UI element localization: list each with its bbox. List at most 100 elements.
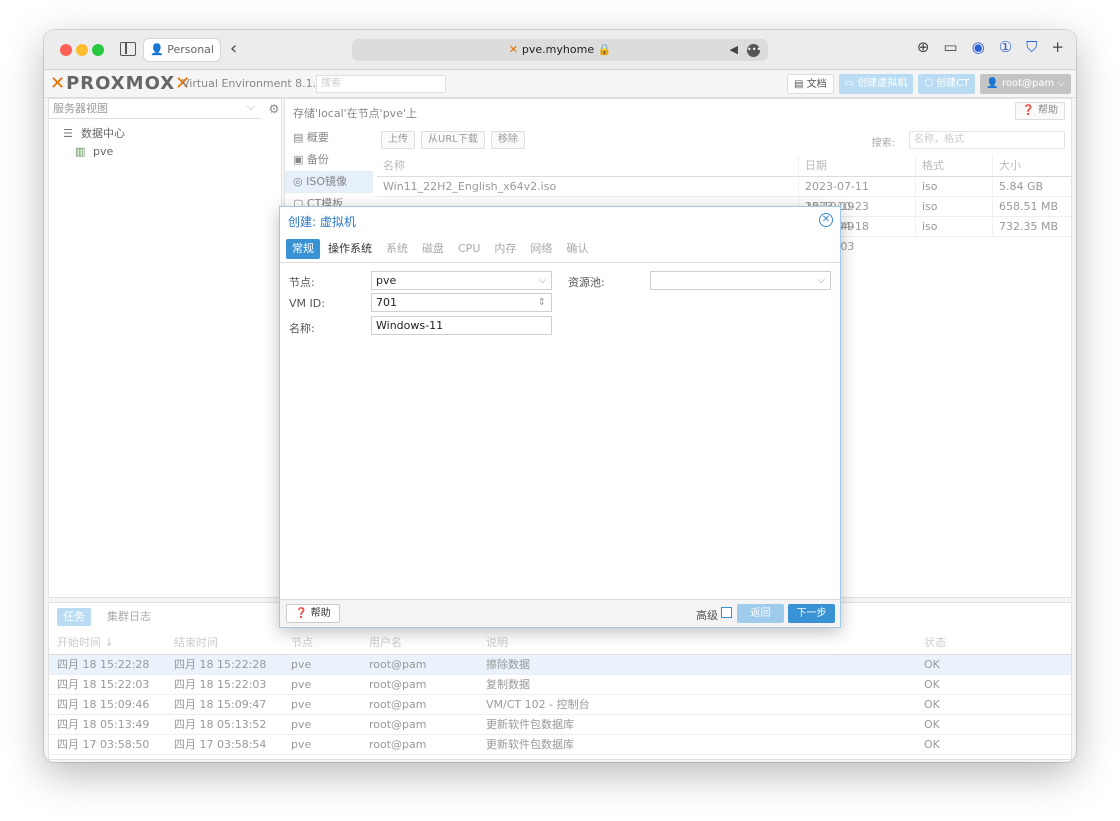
back-button[interactable]: ‹: [230, 38, 237, 59]
account-icon[interactable]: ◉: [972, 38, 985, 56]
cell-format: iso: [916, 217, 993, 236]
cell-status: OK: [924, 738, 940, 751]
tab-confirm[interactable]: 确认: [560, 239, 594, 259]
cell-date: 2023-07-11 15:19:19: [799, 177, 916, 213]
close-icon[interactable]: ✕: [819, 213, 833, 227]
storage-search-input[interactable]: 名称，格式: [909, 131, 1065, 149]
pool-select[interactable]: ⌵: [650, 271, 831, 290]
cell-status: OK: [924, 658, 940, 671]
dialog-title: 创建: 虚拟机: [288, 215, 356, 229]
docs-button[interactable]: ▤ 文档: [787, 74, 834, 94]
cell-start: 四月 18 05:13:49: [57, 718, 150, 731]
remove-button[interactable]: 移除: [490, 131, 525, 149]
user-menu-button[interactable]: 👤 root@pam ⌵: [980, 74, 1071, 94]
nav-label: 备份: [306, 153, 329, 166]
minimize-window-button[interactable]: [76, 44, 88, 56]
node-value: pve: [376, 274, 397, 287]
col-status[interactable]: 状态: [916, 631, 1071, 654]
address-bar[interactable]: ✕ pve.myhome 🔒 ◀ •••: [352, 39, 768, 61]
col-start-time[interactable]: 开始时间 ↓: [49, 631, 166, 654]
nav-item-iso[interactable]: ◎ ISO镜像: [285, 171, 373, 193]
nav-item-summary[interactable]: ▤ 概要: [285, 127, 373, 149]
header-search-input[interactable]: 搜索: [316, 75, 446, 93]
col-name[interactable]: 名称: [377, 155, 799, 176]
tab-system[interactable]: 系统: [380, 239, 414, 259]
cell-status: OK: [924, 678, 940, 691]
tab-cpu[interactable]: CPU: [452, 239, 486, 259]
tab-disks[interactable]: 磁盘: [416, 239, 450, 259]
cell-size: 658.51 MB: [999, 200, 1059, 213]
book-icon: ▤: [293, 131, 304, 144]
back-button[interactable]: 返回: [737, 604, 784, 623]
profile-button[interactable]: 👤 Personal ⌵: [144, 39, 220, 78]
speaker-icon[interactable]: ◀: [730, 39, 738, 61]
col-format[interactable]: 格式: [916, 155, 993, 176]
table-row[interactable]: 四月 17 03:58:50 四月 17 03:58:54 pve root@p…: [49, 735, 1071, 755]
question-icon: ❓: [295, 608, 308, 619]
next-button[interactable]: 下一步: [788, 604, 835, 623]
col-date[interactable]: 日期: [799, 155, 916, 176]
col-end-time[interactable]: 结束时间: [166, 631, 283, 654]
extension-icon[interactable]: ▭: [943, 38, 957, 56]
tree-label: 数据中心: [81, 127, 125, 140]
table-row[interactable]: 四月 18 15:09:46 四月 18 15:09:47 pve root@p…: [49, 695, 1071, 715]
cell-format: iso: [916, 177, 993, 196]
tree-label: pve: [93, 145, 114, 158]
cell-start: 四月 18 15:22:28: [57, 658, 150, 671]
nav-item-backup[interactable]: ▣ 备份: [285, 149, 373, 171]
download-url-button[interactable]: 从URL下载: [421, 131, 485, 149]
cell-user: root@pam: [369, 738, 427, 751]
node-select[interactable]: pve ⌵: [371, 271, 552, 290]
browser-toolbar: 👤 Personal ⌵ ‹ ✕pve.myhome 🔒 ◀ ••• ⊕ ▭ ◉…: [44, 30, 1076, 78]
brand-text: PROXMOX: [66, 73, 176, 94]
tab-memory[interactable]: 内存: [488, 239, 522, 259]
cell-user: root@pam: [369, 698, 427, 711]
floppy-icon: ▣: [293, 153, 304, 166]
col-user[interactable]: 用户名: [361, 631, 478, 654]
tab-cluster-log[interactable]: 集群日志: [101, 608, 157, 626]
vm-name-input[interactable]: Windows-11: [371, 316, 552, 335]
create-vm-dialog: 创建: 虚拟机 ✕ 常规 操作系统 系统 磁盘 CPU 内存 网络 确认 节点:…: [279, 206, 841, 628]
tab-tasks[interactable]: 任务: [57, 608, 91, 626]
col-description[interactable]: 说明: [478, 631, 916, 654]
cell-start: 四月 17 03:58:50: [57, 738, 150, 751]
password-icon[interactable]: ①: [999, 38, 1012, 56]
tab-os[interactable]: 操作系统: [322, 239, 378, 259]
create-ct-button[interactable]: ⬡ 创建CT: [918, 74, 976, 94]
new-tab-icon[interactable]: +: [1051, 38, 1064, 56]
cell-name: Win11_22H2_English_x64v2.iso: [377, 177, 799, 196]
tab-network[interactable]: 网络: [524, 239, 558, 259]
sidebar-toggle-icon[interactable]: [120, 42, 136, 56]
download-icon[interactable]: ⊕: [917, 38, 930, 56]
create-vm-label: 创建虚拟机: [857, 78, 908, 89]
tree-item-pve[interactable]: ▥ pve: [63, 143, 125, 161]
node-icon: ▥: [75, 145, 86, 158]
dialog-help-button[interactable]: ❓ 帮助: [286, 604, 340, 623]
gear-icon[interactable]: ⚙: [265, 99, 283, 119]
close-window-button[interactable]: [60, 44, 72, 56]
upload-button[interactable]: 上传: [381, 131, 415, 149]
shield-icon[interactable]: ⛉: [1026, 38, 1037, 56]
more-icon[interactable]: •••: [747, 44, 761, 57]
advanced-label: 高级: [696, 609, 718, 622]
view-selector[interactable]: 服务器视图: [49, 97, 261, 119]
table-row[interactable]: 四月 18 15:22:03 四月 18 15:22:03 pve root@p…: [49, 675, 1071, 695]
cube-icon: ⬡: [924, 78, 934, 89]
cell-node: pve: [291, 698, 312, 711]
advanced-checkbox[interactable]: [721, 607, 732, 618]
col-node[interactable]: 节点: [283, 631, 361, 654]
create-vm-button[interactable]: ▭ 创建虚拟机: [838, 74, 914, 94]
table-row[interactable]: Win11_22H2_English_x64v2.iso 2023-07-11 …: [377, 177, 1071, 213]
zoom-window-button[interactable]: [92, 44, 104, 56]
table-row[interactable]: 四月 18 05:13:49 四月 18 05:13:52 pve root@p…: [49, 715, 1071, 735]
vmid-label: VM ID:: [289, 297, 325, 310]
col-size[interactable]: 大小: [993, 155, 1071, 176]
tab-general[interactable]: 常规: [286, 239, 320, 259]
help-button[interactable]: ❓ 帮助: [1015, 102, 1065, 120]
help-label: 帮助: [310, 608, 331, 619]
question-icon: ❓: [1022, 105, 1035, 116]
table-row[interactable]: 四月 18 15:22:28 四月 18 15:22:28 pve root@p…: [49, 655, 1071, 675]
vmid-stepper[interactable]: 701 ⇕: [371, 293, 552, 312]
tree-item-datacenter[interactable]: ☰ 数据中心: [63, 125, 125, 143]
stepper-icon[interactable]: ⇕: [538, 294, 546, 311]
